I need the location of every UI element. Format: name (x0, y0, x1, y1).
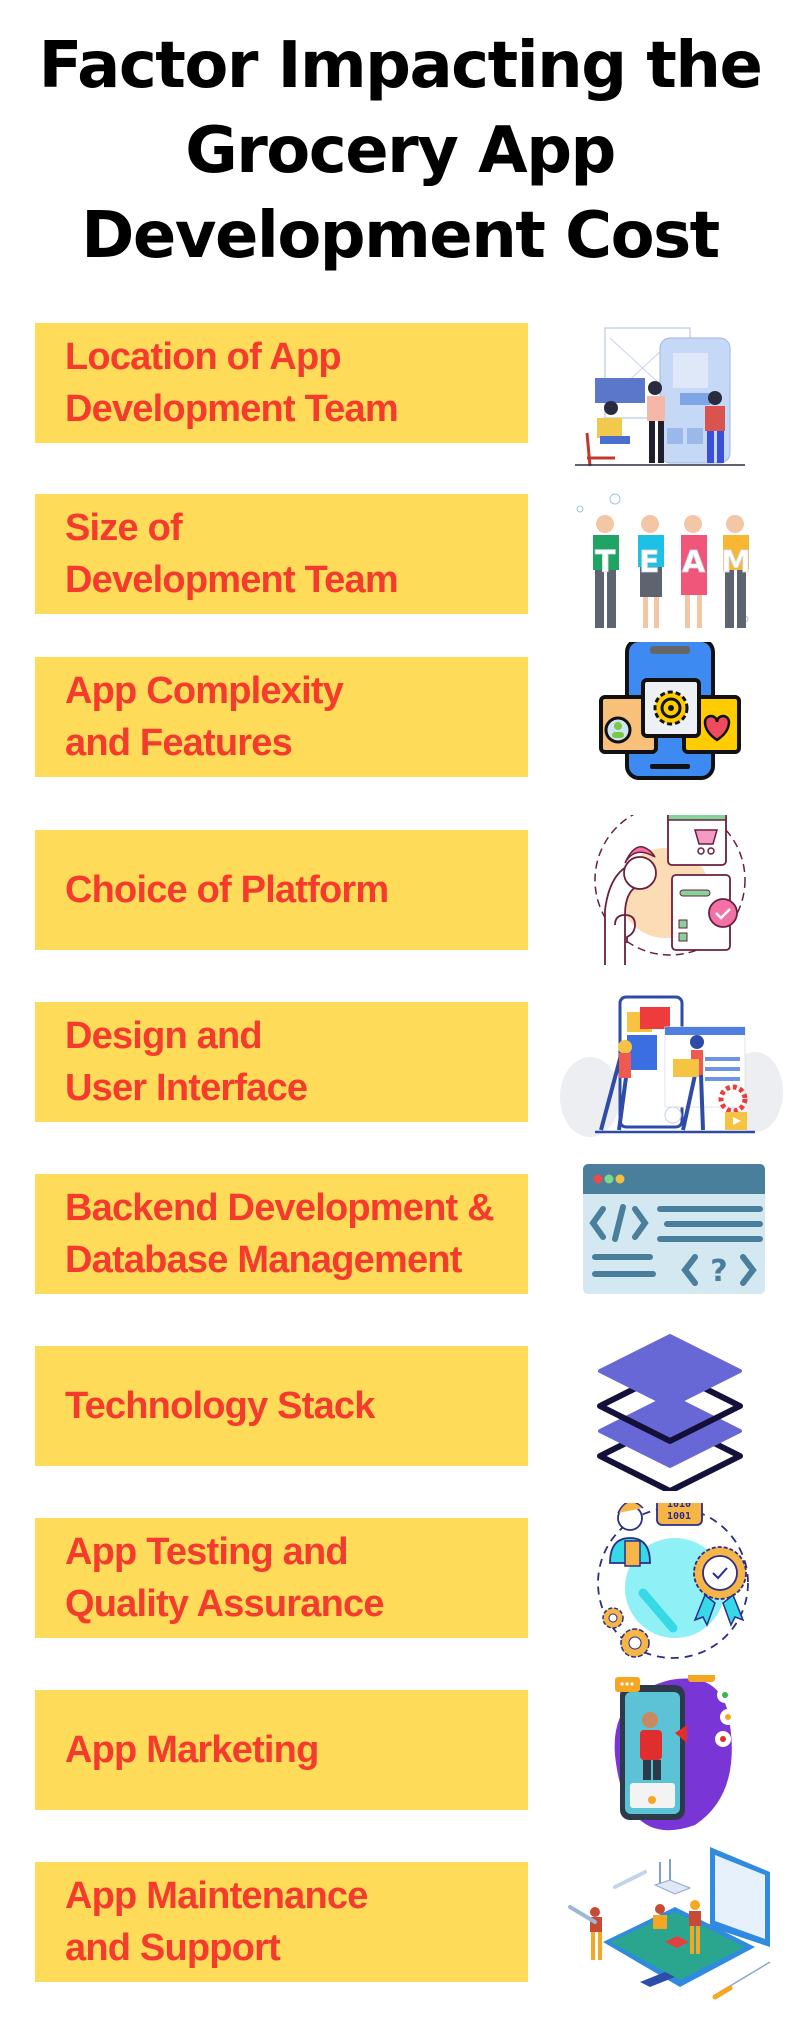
quality-assurance-icon: 1010 1001 (555, 1503, 785, 1663)
binary-line: 1010 (667, 1503, 691, 1510)
factor-label-line: Development Team (65, 388, 399, 430)
factor-label-line: Design and (65, 1015, 263, 1057)
factor-banner: Location of App Development Team (35, 323, 528, 443)
team-people-illustration-icon: T E A M (555, 479, 785, 639)
factor-label-line: Location of App (65, 336, 342, 378)
factor-label-line: App Complexity (65, 670, 344, 712)
layers-stack-icon (555, 1331, 785, 1491)
factor-label: App Marketing (65, 1724, 319, 1776)
platform-choice-icon (555, 815, 785, 975)
maintenance-support-illustration-icon (555, 1847, 785, 2007)
factor-row: Backend Development & Database Managemen… (0, 1164, 800, 1334)
factor-banner: Backend Development & Database Managemen… (35, 1174, 528, 1294)
page-title: Factor Impacting the Grocery App Develop… (0, 24, 800, 279)
factor-label: App Testing and Quality Assurance (65, 1526, 384, 1630)
factor-label: Location of App Development Team (65, 331, 399, 435)
factor-banner: App Maintenance and Support (35, 1862, 528, 1982)
factor-banner: App Marketing (35, 1690, 528, 1810)
title-line: Development Cost (81, 199, 720, 273)
factor-label-line: Technology Stack (65, 1385, 375, 1427)
factor-label: App Complexity and Features (65, 665, 344, 769)
title-line: Factor Impacting the (38, 29, 763, 103)
factor-label-line: App Testing and (65, 1531, 349, 1573)
factor-label-line: Backend Development & (65, 1187, 495, 1229)
binary-line: 1001 (667, 1511, 691, 1522)
factor-banner: App Complexity and Features (35, 657, 528, 777)
factor-label-line: and Features (65, 722, 293, 764)
factor-label-line: Choice of Platform (65, 869, 389, 911)
factor-label-line: and Support (65, 1927, 281, 1969)
factor-label-line: Database Management (65, 1239, 462, 1281)
factor-label: Backend Development & Database Managemen… (65, 1182, 495, 1286)
factor-label-line: App Marketing (65, 1729, 319, 1771)
factor-label-line: App Maintenance (65, 1875, 368, 1917)
factor-row: Size of Development Team T E A M (0, 493, 800, 654)
factor-row: App Marketing (0, 1675, 800, 1850)
factor-label: App Maintenance and Support (65, 1870, 368, 1974)
factor-label: Design and User Interface (65, 1010, 308, 1114)
factor-row: Location of App Development Team (0, 323, 800, 483)
team-letter: A (682, 545, 706, 580)
factor-label: Technology Stack (65, 1380, 375, 1432)
factor-row: App Maintenance and Support (0, 1847, 800, 2022)
phone-features-gear-icon (555, 642, 785, 802)
factor-label-line: Size of (65, 507, 183, 549)
team-collaboration-illustration-icon (555, 308, 785, 468)
factor-row: App Testing and Quality Assurance 1010 1… (0, 1503, 800, 1678)
team-letter: T (595, 545, 616, 580)
factor-row: App Complexity and Features (0, 642, 800, 817)
title-line: Grocery App (185, 114, 616, 188)
factor-banner: Technology Stack (35, 1346, 528, 1466)
factor-label-line: Development Team (65, 559, 399, 601)
svg-text:?: ? (710, 1254, 727, 1289)
factor-label-line: Quality Assurance (65, 1583, 384, 1625)
code-window-icon: ? (555, 1159, 785, 1319)
factor-label-line: User Interface (65, 1067, 308, 1109)
app-marketing-illustration-icon (555, 1675, 785, 1835)
factor-label: Size of Development Team (65, 502, 399, 606)
factor-row: Choice of Platform (0, 815, 800, 990)
team-letter: M (721, 545, 751, 580)
ui-design-illustration-icon (555, 987, 785, 1147)
factor-banner: App Testing and Quality Assurance (35, 1518, 528, 1638)
factor-row: Design and User Interface (0, 995, 800, 1162)
factor-banner: Choice of Platform (35, 830, 528, 950)
factor-row: Technology Stack (0, 1334, 800, 1506)
team-letter: E (639, 545, 660, 580)
factor-banner: Size of Development Team (35, 494, 528, 614)
factor-banner: Design and User Interface (35, 1002, 528, 1122)
factor-label: Choice of Platform (65, 864, 389, 916)
